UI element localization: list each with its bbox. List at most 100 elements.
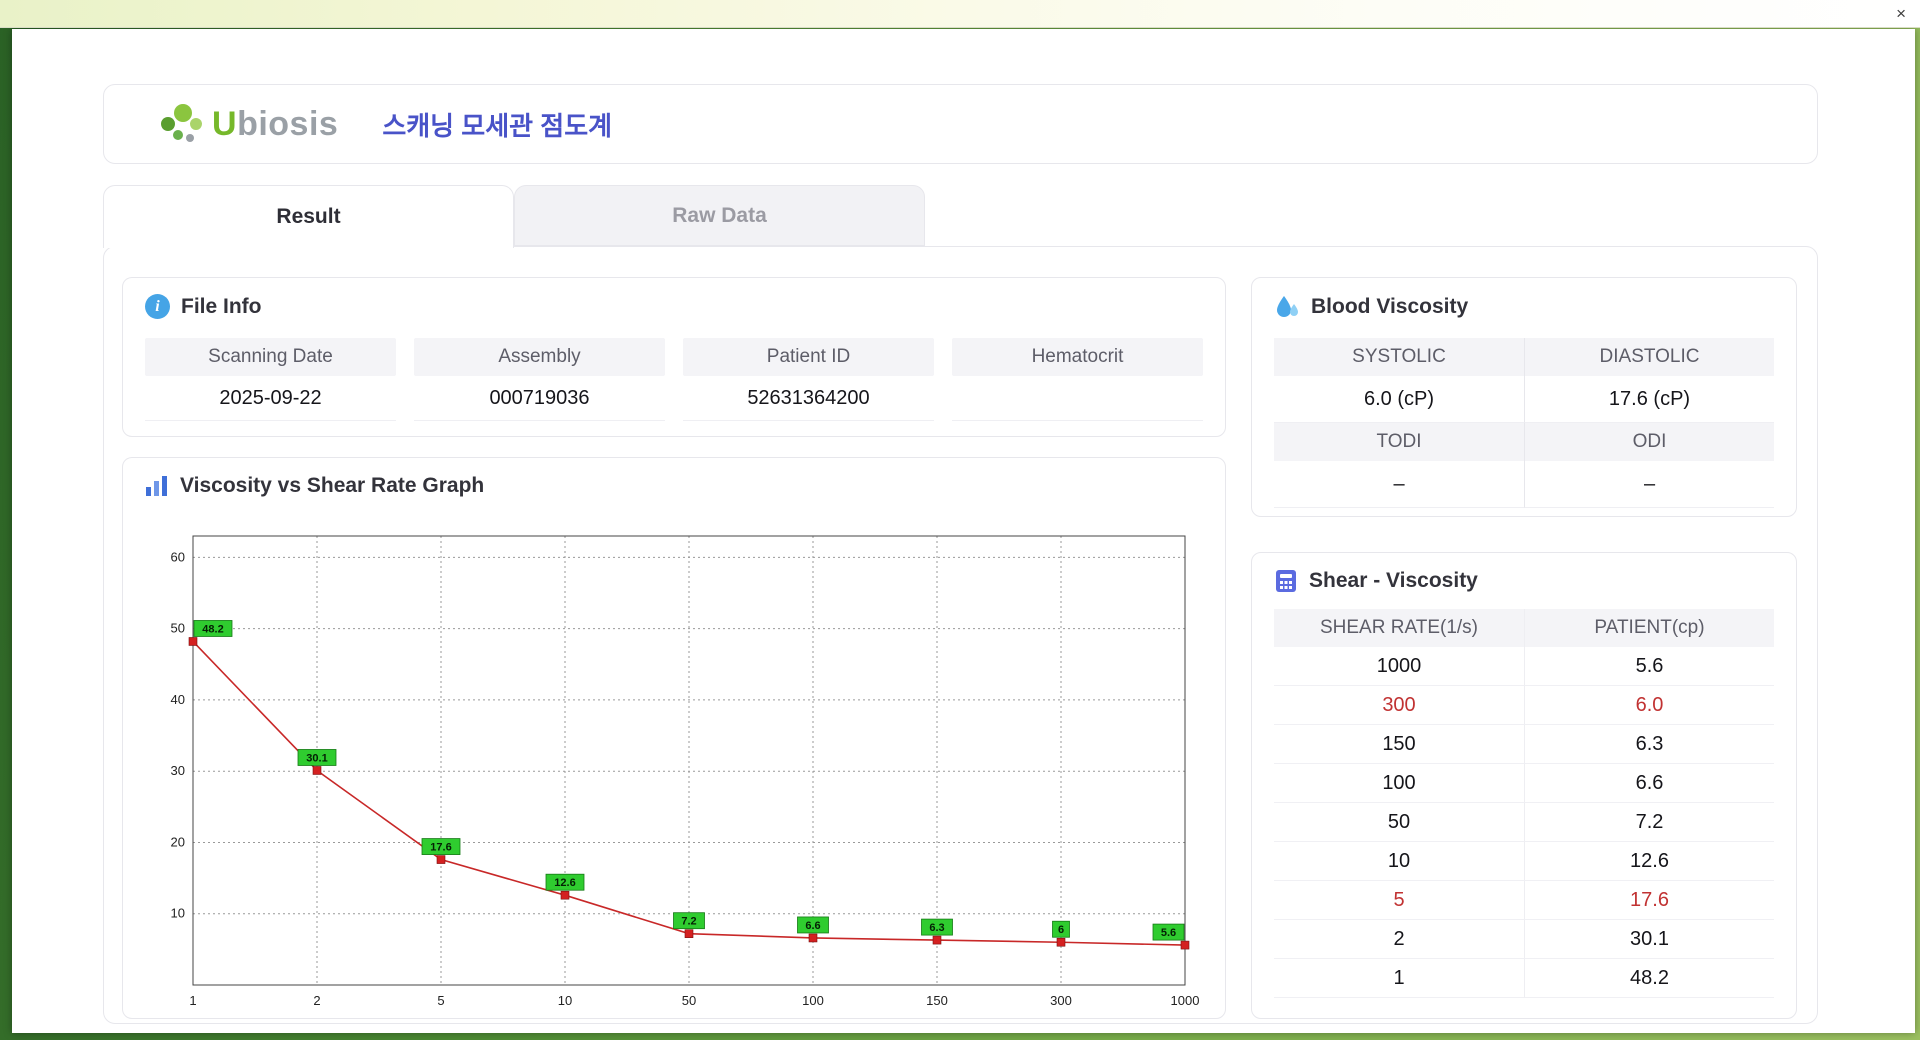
table-row: 10 12.6 [1274, 842, 1774, 881]
table-row: 300 6.0 [1274, 686, 1774, 725]
info-icon: i [145, 294, 170, 319]
cell-patient: 6.6 [1524, 764, 1774, 803]
header-card: Ubiosis 스캐닝 모세관 점도계 [103, 84, 1818, 164]
svg-text:150: 150 [926, 993, 948, 1008]
cell-patient: 6.0 [1524, 686, 1774, 725]
water-drop-icon [1277, 296, 1298, 317]
shear-viscosity-header: Shear - Viscosity [1274, 569, 1478, 593]
cell-patient: 6.3 [1524, 725, 1774, 764]
file-info-field: Assembly 000719036 [414, 338, 665, 421]
cell-shear-rate: 1 [1274, 959, 1524, 998]
logo-text-u: U [212, 104, 238, 143]
bv-cell-label: TODI [1274, 423, 1524, 461]
bv-cell-label: DIASTOLIC [1524, 338, 1774, 376]
field-label: Hematocrit [952, 338, 1203, 376]
table-header-row: SHEAR RATE(1/s) PATIENT(cp) [1274, 609, 1774, 647]
cell-shear-rate: 5 [1274, 881, 1524, 920]
bv-cell-value: 6.0 (cP) [1274, 376, 1524, 423]
cell-shear-rate: 1000 [1274, 647, 1524, 686]
file-info-header: i File Info [145, 294, 262, 319]
svg-text:10: 10 [558, 993, 572, 1008]
leaf-dots-icon [161, 104, 202, 142]
cell-shear-rate: 150 [1274, 725, 1524, 764]
blood-viscosity-header: Blood Viscosity [1274, 294, 1468, 320]
window-titlebar: × [0, 0, 1920, 28]
bar-chart-icon [146, 476, 167, 496]
bv-cell-value: 17.6 (cP) [1524, 376, 1774, 423]
desktop: { "window": { "close_label": "×" }, "hea… [0, 0, 1920, 1040]
cell-patient: 5.6 [1524, 647, 1774, 686]
cell-patient: 30.1 [1524, 920, 1774, 959]
file-info-card: i File Info Scanning Date 2025-09-22 Assem… [122, 277, 1226, 437]
viscosity-chart: 10 20 30 40 50 60 1 2 5 10 50 100 150 300 1000 48.2 30.1… [171, 535, 1200, 1008]
file-info-title: File Info [181, 294, 262, 318]
tab-raw-data[interactable]: Raw Data [514, 185, 925, 246]
svg-text:7.2: 7.2 [681, 916, 696, 928]
cell-patient: 48.2 [1524, 959, 1774, 998]
logo-text: Ubiosis [212, 105, 338, 144]
blood-viscosity-title: Blood Viscosity [1311, 295, 1469, 318]
svg-text:60: 60 [171, 549, 185, 564]
table-row: 50 7.2 [1274, 803, 1774, 842]
field-label: Scanning Date [145, 338, 396, 376]
table-row: 5 17.6 [1274, 881, 1774, 920]
field-value: 2025-09-22 [145, 376, 396, 421]
file-info-field: Scanning Date 2025-09-22 [145, 338, 396, 421]
calculator-icon [1276, 570, 1296, 592]
svg-text:5.6: 5.6 [1161, 927, 1176, 939]
graph-header: Viscosity vs Shear Rate Graph [145, 474, 484, 498]
svg-text:6.6: 6.6 [805, 920, 820, 932]
bv-cell-value: – [1274, 461, 1524, 508]
viscosity-graph-card: Viscosity vs Shear Rate Graph 10 20 30 40 50… [122, 457, 1226, 1019]
file-info-fields: Scanning Date 2025-09-22 Assembly 000719036… [145, 338, 1203, 421]
shear-viscosity-card: Shear - Viscosity SHEAR RATE(1/s) PATIENT… [1251, 552, 1797, 1019]
svg-text:300: 300 [1050, 993, 1072, 1008]
blood-viscosity-card: Blood Viscosity SYSTOLIC DIASTOLIC 6.0 (cP… [1251, 277, 1797, 517]
svg-text:40: 40 [171, 692, 185, 707]
tab-result[interactable]: Result [103, 185, 514, 248]
table-row: 2 30.1 [1274, 920, 1774, 959]
svg-text:1000: 1000 [1171, 993, 1200, 1008]
shear-viscosity-title: Shear - Viscosity [1309, 569, 1478, 592]
cell-shear-rate: 300 [1274, 686, 1524, 725]
field-label: Patient ID [683, 338, 934, 376]
logo-text-rest: biosis [237, 104, 339, 143]
table-row: 150 6.3 [1274, 725, 1774, 764]
svg-text:6: 6 [1058, 924, 1064, 936]
cell-shear-rate: 2 [1274, 920, 1524, 959]
field-value [952, 376, 1203, 421]
svg-text:10: 10 [171, 906, 185, 921]
svg-text:30.1: 30.1 [306, 752, 327, 764]
svg-text:5: 5 [437, 993, 444, 1008]
ubiosis-logo: Ubiosis [156, 102, 338, 146]
svg-text:50: 50 [171, 621, 185, 636]
table-row: 100 6.6 [1274, 764, 1774, 803]
svg-text:17.6: 17.6 [430, 842, 451, 854]
cell-patient: 17.6 [1524, 881, 1774, 920]
svg-text:30: 30 [171, 763, 185, 778]
close-icon[interactable]: × [1896, 3, 1906, 24]
graph-title: Viscosity vs Shear Rate Graph [180, 474, 485, 497]
app-title: 스캐닝 모세관 점도계 [382, 110, 613, 141]
svg-text:12.6: 12.6 [554, 877, 575, 889]
svg-text:50: 50 [682, 993, 696, 1008]
field-value: 52631364200 [683, 376, 934, 421]
column-header-shear-rate: SHEAR RATE(1/s) [1274, 609, 1524, 647]
blood-viscosity-grid: SYSTOLIC DIASTOLIC 6.0 (cP) 17.6 (cP) TODI OD… [1274, 338, 1774, 508]
cell-shear-rate: 10 [1274, 842, 1524, 881]
field-value: 000719036 [414, 376, 665, 421]
shear-table: SHEAR RATE(1/s) PATIENT(cp) 1000 5.6 300 6.0 1… [1274, 609, 1774, 998]
cell-shear-rate: 50 [1274, 803, 1524, 842]
field-label: Assembly [414, 338, 665, 376]
table-row: 1000 5.6 [1274, 647, 1774, 686]
app-window: Ubiosis 스캐닝 모세관 점도계 Result Raw Data i Fi… [12, 29, 1915, 1033]
svg-text:2: 2 [313, 993, 320, 1008]
file-info-field: Hematocrit [952, 338, 1203, 421]
svg-text:48.2: 48.2 [202, 623, 223, 635]
bv-cell-value: – [1524, 461, 1774, 508]
file-info-field: Patient ID 52631364200 [683, 338, 934, 421]
svg-text:100: 100 [802, 993, 824, 1008]
svg-text:20: 20 [171, 834, 185, 849]
cell-patient: 7.2 [1524, 803, 1774, 842]
svg-text:6.3: 6.3 [929, 922, 944, 934]
